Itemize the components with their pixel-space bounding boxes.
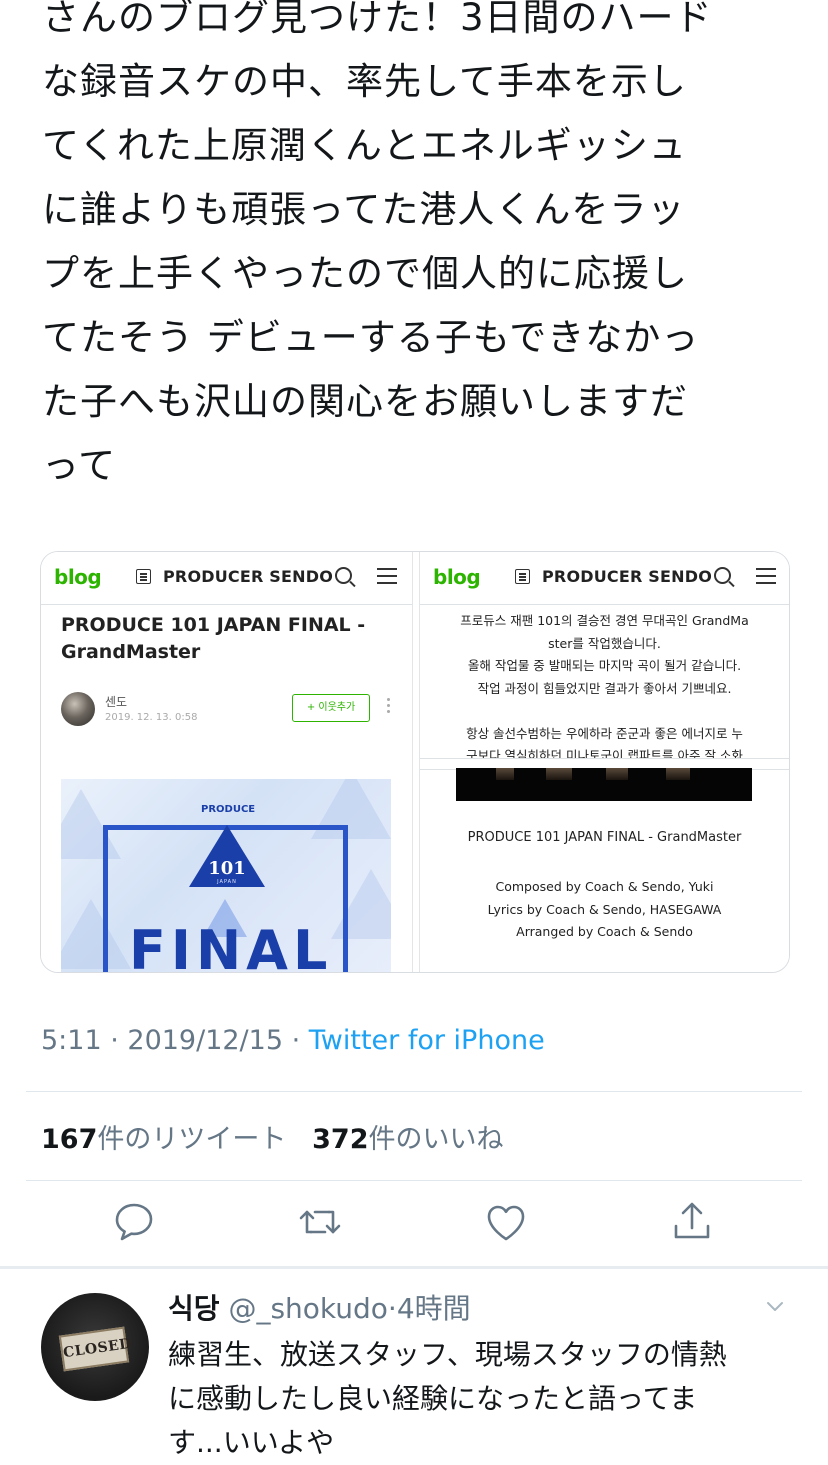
tweet-text-line: って xyxy=(42,444,117,487)
comment-icon[interactable] xyxy=(110,1198,158,1246)
post-title: PRODUCE 101 JAPAN FINAL - GrandMaster xyxy=(61,614,366,663)
blog-header: blog PRODUCER SENDO xyxy=(41,552,412,605)
tweet-text-line: てくれた上原潤くんとエネルギッシュ xyxy=(42,124,687,167)
tweet-text-line: た子へも沢山の関心をお願いしますだ xyxy=(42,380,688,423)
credit-title: PRODUCE 101 JAPAN FINAL - GrandMaster xyxy=(467,830,742,845)
divider xyxy=(26,1180,802,1181)
like-label: 件のいいね xyxy=(368,1124,504,1155)
final-poster: PRODUCE 101 JAPAN FINAL xyxy=(61,779,391,972)
blog-korean-text: 프로듀스 재팬 101의 결승전 경연 무대곡인 GrandMa ster를 작… xyxy=(420,610,789,768)
blog-text-line: 프로듀스 재팬 101의 결승전 경연 무대곡인 GrandMa xyxy=(460,613,749,628)
credits: Composed by Coach & Sendo, Yuki Lyrics b… xyxy=(420,876,789,944)
meta-separator: · xyxy=(283,1025,309,1056)
credit-line: Lyrics by Coach & Sendo, HASEGAWA xyxy=(487,901,722,917)
tweet-text-line: さんのブログ見つけた！3日間のハード xyxy=(42,0,713,39)
blog-name: PRODUCER SENDO xyxy=(163,567,334,586)
poster-logo-number: 101 xyxy=(208,858,246,879)
tweet-text: さんのブログ見つけた！3日間のハード な録音スケの中、率先して手本を示し てくれ… xyxy=(42,0,802,498)
tweet-source-link[interactable]: Twitter for iPhone xyxy=(309,1025,545,1056)
closed-sign-image: CLOSED xyxy=(58,1326,133,1372)
follow-button: + 이웃추가 xyxy=(292,694,370,722)
blog-text-line: ster를 작업했습니다. xyxy=(548,635,661,651)
tweet-text-line: てたそう デビューする子もできなかっ xyxy=(42,316,700,359)
tweet-date: 2019/12/15 xyxy=(127,1025,284,1056)
blog-logo: blog xyxy=(433,565,481,589)
search-icon xyxy=(335,567,352,584)
tweet-actions xyxy=(0,1198,828,1248)
reply-text-line: す...いいよや xyxy=(168,1426,335,1459)
more-icon xyxy=(387,698,390,701)
post-date: 2019. 12. 13. 0:58 xyxy=(105,712,198,723)
reply-text-line: に感動したし良い経験になったと語ってま xyxy=(168,1382,698,1415)
heart-icon[interactable] xyxy=(482,1198,530,1246)
author-avatar xyxy=(61,692,95,726)
reply-time: 4時間 xyxy=(396,1292,471,1325)
media-image-left[interactable]: blog PRODUCER SENDO PRODUCE 101 JAPAN FI… xyxy=(41,552,412,972)
like-count: 372 xyxy=(312,1124,369,1155)
blog-logo: blog xyxy=(54,565,102,589)
retweet-count: 167 xyxy=(41,1124,98,1155)
reply-text: 練習生、放送スタッフ、現場スタッフの情熱 に感動したし良い経験になったと語ってま… xyxy=(168,1333,788,1465)
tweet-text-line: な録音スケの中、率先して手本を示し xyxy=(42,60,687,103)
tweet-stats: 167件のリツイート 372件のいいね xyxy=(41,1117,504,1156)
share-icon[interactable] xyxy=(668,1198,716,1246)
list-icon xyxy=(515,569,530,584)
tweet-media: blog PRODUCER SENDO PRODUCE 101 JAPAN FI… xyxy=(40,551,790,973)
like-stat[interactable]: 372件のいいね xyxy=(312,1124,503,1155)
retweet-stat[interactable]: 167件のリツイート xyxy=(41,1124,286,1155)
reply-dot: · xyxy=(387,1292,397,1325)
reply-tweet[interactable]: CLOSED 식당 @_shokudo·4時間 練習生、放送スタッフ、現場スタッ… xyxy=(0,1269,828,1459)
menu-icon xyxy=(756,568,776,570)
poster-final-text: FINAL xyxy=(129,919,333,972)
blog-text-line: 올해 작업물 중 발매되는 마지막 곡이 될거 같습니다. xyxy=(467,658,742,673)
blog-text-line: 작업 과정이 힘들었지만 결과가 좋아서 기쁘네요. xyxy=(477,680,732,696)
divider xyxy=(26,1091,802,1092)
blog-text-line xyxy=(420,700,789,723)
tweet-time: 5:11 xyxy=(41,1025,102,1056)
media-image-right[interactable]: blog PRODUCER SENDO 프로듀스 재팬 101의 결승전 경연 … xyxy=(420,552,789,972)
media-divider xyxy=(412,552,420,972)
list-icon xyxy=(136,569,151,584)
tweet-text-line: プを上手くやったので個人的に応援し xyxy=(42,252,688,295)
blog-header: blog PRODUCER SENDO xyxy=(420,552,789,605)
poster-logo-sub: JAPAN xyxy=(217,879,237,885)
reply-handle[interactable]: @_shokudo xyxy=(228,1292,387,1325)
blog-text-line: 항상 솔선수범하는 우에하라 준군과 좋은 에너지로 누 xyxy=(466,725,743,741)
reply-text-line: 練習生、放送スタッフ、現場スタッフの情熱 xyxy=(168,1338,727,1371)
blog-name: PRODUCER SENDO xyxy=(542,567,713,586)
avatar[interactable]: CLOSED xyxy=(41,1293,149,1401)
retweet-label: 件のリツイート xyxy=(97,1124,287,1155)
search-icon xyxy=(714,567,731,584)
credit-line: Arranged by Coach & Sendo xyxy=(516,924,693,939)
tweet-text-line: に誰よりも頑張ってた港人くんをラッ xyxy=(42,188,686,231)
retweet-icon[interactable] xyxy=(296,1198,344,1246)
credit-line: Composed by Coach & Sendo, Yuki xyxy=(495,879,714,894)
reply-display-name[interactable]: 식당 xyxy=(168,1292,220,1325)
poster-logo-text: PRODUCE xyxy=(201,804,256,815)
chevron-down-icon[interactable] xyxy=(766,1297,784,1315)
meta-separator: · xyxy=(101,1025,128,1056)
blog-photo xyxy=(456,768,752,801)
author-name: 센도 xyxy=(105,695,128,709)
menu-icon xyxy=(377,568,397,570)
tweet-meta: 5:11 · 2019/12/15 · Twitter for iPhone xyxy=(41,1025,545,1056)
reply-header: 식당 @_shokudo·4時間 xyxy=(168,1287,471,1327)
